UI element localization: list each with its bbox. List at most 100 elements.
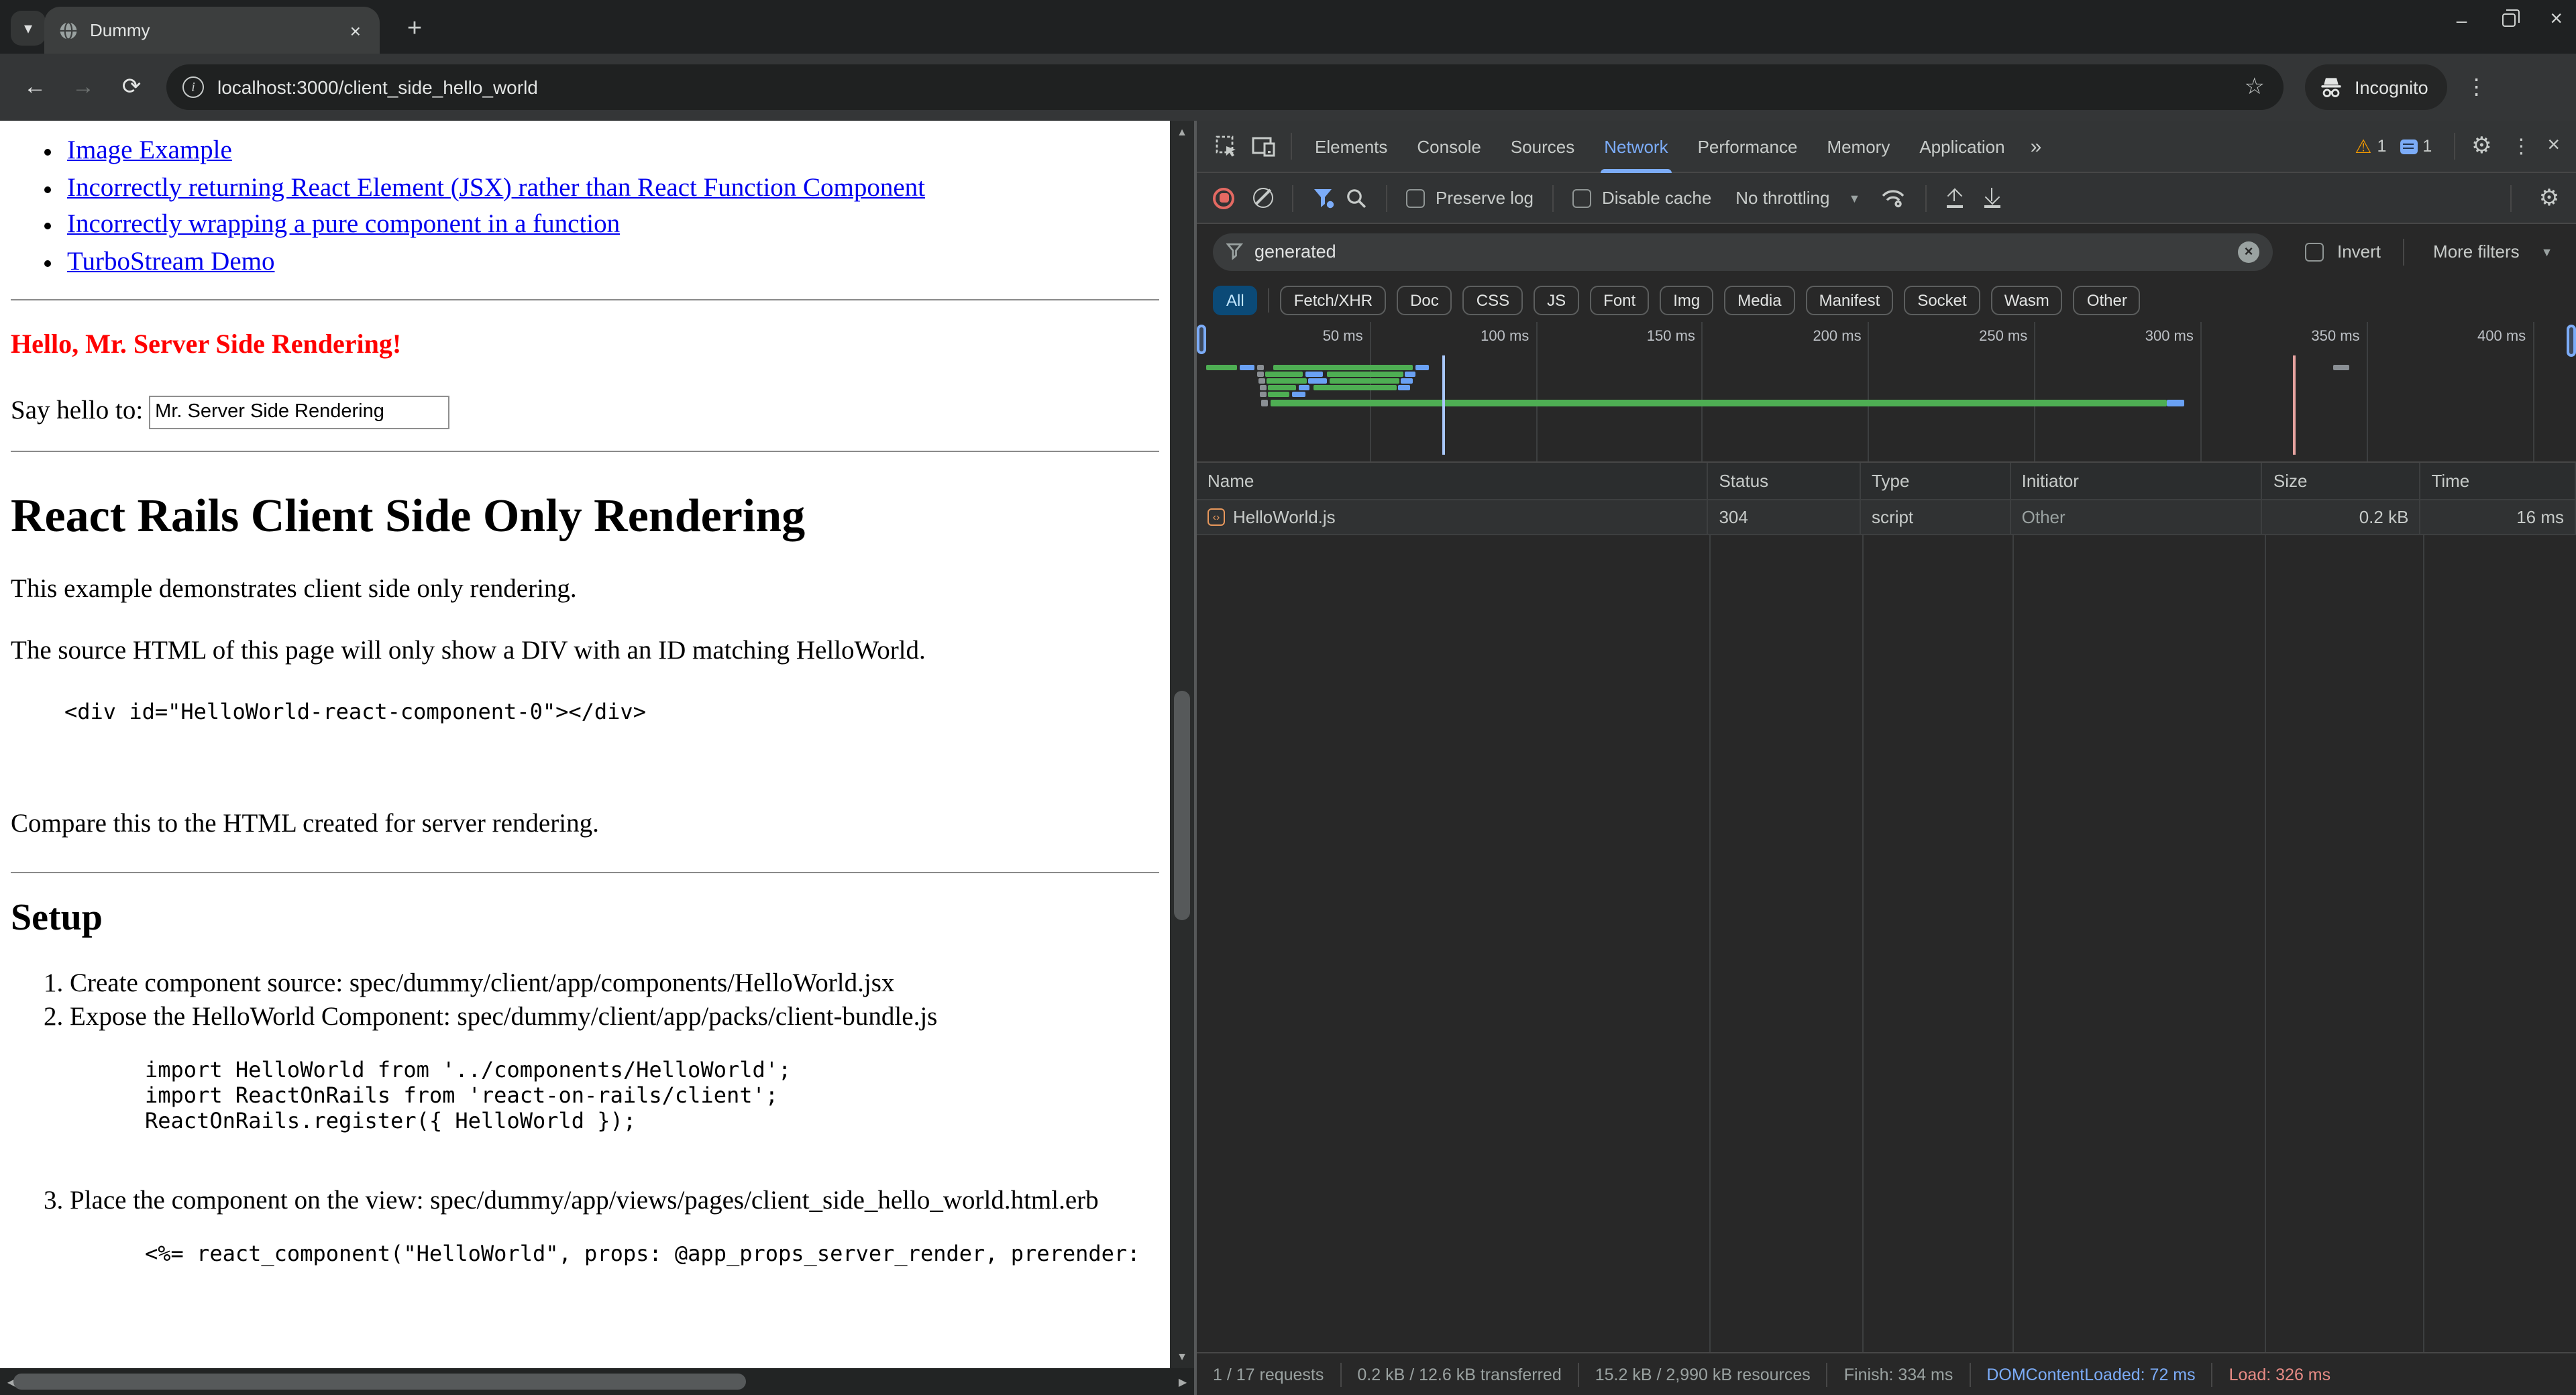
- back-button[interactable]: ←: [13, 66, 56, 109]
- filter-input[interactable]: generated ×: [1213, 233, 2273, 270]
- table-cell[interactable]: 304: [1708, 500, 1861, 534]
- table-row[interactable]: ‹›HelloWorld.js 304 scriptOther0.2 kB16 ms: [1197, 500, 2576, 535]
- browser-tab[interactable]: Dummy ×: [44, 7, 380, 54]
- requests-table-empty-area: [1197, 535, 2576, 1352]
- browser-menu-button[interactable]: ⋮: [2466, 74, 2487, 101]
- device-toolbar-button[interactable]: [1245, 127, 1283, 165]
- column-header-type[interactable]: Type: [1861, 463, 2011, 499]
- filter-chip-other[interactable]: Other: [2074, 286, 2141, 315]
- tab-close-icon[interactable]: ×: [345, 19, 366, 41]
- window-close-icon[interactable]: ×: [2550, 8, 2563, 32]
- status-item: Finish: 334 ms: [1828, 1362, 1971, 1386]
- divider: [1925, 184, 1926, 211]
- column-header-status[interactable]: Status: [1708, 463, 1861, 499]
- filter-chip-all[interactable]: All: [1213, 286, 1258, 315]
- clear-filter-icon[interactable]: ×: [2238, 241, 2259, 262]
- scroll-right-icon[interactable]: ▶: [1171, 1368, 1194, 1395]
- filter-chip-wasm[interactable]: Wasm: [1991, 286, 2063, 315]
- devtools-tab-network[interactable]: Network: [1589, 121, 1682, 173]
- record-network-log-button[interactable]: [1213, 187, 1234, 209]
- cell-value: 304: [1719, 507, 1748, 527]
- more-tabs-button[interactable]: »: [2020, 135, 2053, 158]
- table-cell[interactable]: script: [1861, 500, 2011, 534]
- devtools-tab-console[interactable]: Console: [1402, 121, 1495, 173]
- filter-chip-media[interactable]: Media: [1724, 286, 1794, 315]
- address-bar[interactable]: i localhost:3000/client_side_hello_world…: [166, 64, 2284, 110]
- filter-chip-fetchxhr[interactable]: Fetch/XHR: [1281, 286, 1386, 315]
- page-link[interactable]: Incorrectly wrapping a pure component in…: [67, 211, 620, 239]
- script-file-icon: ‹›: [1208, 508, 1225, 526]
- filter-chip-img[interactable]: Img: [1660, 286, 1713, 315]
- vertical-scrollbar[interactable]: ▲ ▼: [1170, 121, 1194, 1368]
- ovhandle-left[interactable]: [1197, 325, 1206, 354]
- filter-value[interactable]: generated: [1254, 241, 2227, 262]
- filter-chip-manifest[interactable]: Manifest: [1806, 286, 1894, 315]
- devtools-tab-sources[interactable]: Sources: [1496, 121, 1589, 173]
- site-info-icon[interactable]: i: [182, 76, 204, 98]
- throttling-select[interactable]: No throttling: [1735, 188, 1829, 208]
- more-filters-button[interactable]: More filters: [2433, 241, 2520, 262]
- filter-chip-font[interactable]: Font: [1590, 286, 1649, 315]
- restore-icon[interactable]: [2502, 13, 2515, 27]
- network-overview-timeline[interactable]: 50 ms100 ms150 ms200 ms250 ms300 ms350 m…: [1197, 322, 2576, 463]
- network-conditions-icon[interactable]: [1879, 186, 1906, 209]
- devtools-tab-memory[interactable]: Memory: [1812, 121, 1904, 173]
- import-har-button[interactable]: [1945, 188, 1964, 208]
- clear-network-log-button[interactable]: [1253, 188, 1273, 208]
- network-settings-button[interactable]: ⚙: [2530, 179, 2568, 217]
- scroll-up-icon[interactable]: ▲: [1170, 121, 1194, 144]
- devtools-tab-performance[interactable]: Performance: [1683, 121, 1813, 173]
- status-item: 0.2 kB / 12.6 kB transferred: [1341, 1362, 1578, 1386]
- scroll-down-icon[interactable]: ▼: [1170, 1345, 1194, 1368]
- bookmark-star-icon[interactable]: ☆: [2245, 74, 2265, 101]
- invert-checkbox[interactable]: [2305, 242, 2324, 261]
- disable-cache-checkbox[interactable]: [1572, 188, 1591, 207]
- horizontal-scroll-thumb[interactable]: [13, 1374, 746, 1390]
- new-tab-button[interactable]: +: [397, 12, 432, 47]
- reload-button[interactable]: ⟳: [110, 66, 153, 109]
- horizontal-scrollbar[interactable]: ◀ ▶: [0, 1368, 1194, 1395]
- divider: [1269, 288, 1270, 313]
- name-input[interactable]: [148, 395, 449, 429]
- filter-chip-doc[interactable]: Doc: [1397, 286, 1452, 315]
- page-link[interactable]: Image Example: [67, 137, 232, 165]
- page-link[interactable]: TurboStream Demo: [67, 247, 274, 276]
- filter-chip-css[interactable]: CSS: [1463, 286, 1523, 315]
- filter-chip-socket[interactable]: Socket: [1904, 286, 1980, 315]
- tab-search-button[interactable]: ▾: [11, 11, 46, 46]
- forward-button[interactable]: →: [62, 66, 105, 109]
- warnings-badge[interactable]: ⚠ 1: [2355, 135, 2386, 158]
- console-messages-badge[interactable]: 1: [2400, 137, 2432, 156]
- search-icon[interactable]: [1346, 187, 1367, 209]
- tick-label: 300 ms: [2145, 329, 2200, 345]
- inspect-element-button[interactable]: [1208, 127, 1245, 165]
- column-header-name[interactable]: Name: [1197, 463, 1708, 499]
- column-header-size[interactable]: Size: [2263, 463, 2421, 499]
- table-cell[interactable]: Other: [2011, 500, 2263, 534]
- url-text[interactable]: localhost:3000/client_side_hello_world: [217, 76, 2245, 98]
- setup-step: Place the component on the view: spec/du…: [70, 1186, 1159, 1266]
- waterfall-bar-blue: [1401, 378, 1413, 384]
- devtools-menu-button[interactable]: ⋮: [2500, 134, 2542, 158]
- waterfall-bar-green: [1270, 400, 2167, 406]
- table-cell[interactable]: 0.2 kB: [2263, 500, 2421, 534]
- vertical-scroll-thumb[interactable]: [1174, 691, 1190, 920]
- minimize-icon[interactable]: –: [2457, 9, 2467, 31]
- filter-chip-js[interactable]: JS: [1534, 286, 1579, 315]
- export-har-button[interactable]: [1982, 188, 2001, 208]
- column-header-initiator[interactable]: Initiator: [2011, 463, 2263, 499]
- incognito-badge: Incognito: [2305, 64, 2447, 110]
- preserve-log-checkbox[interactable]: [1406, 188, 1425, 207]
- devtools-settings-button[interactable]: ⚙: [2463, 127, 2500, 165]
- filter-funnel-icon[interactable]: [1312, 187, 1335, 209]
- waterfall-bar-gray: [1260, 385, 1267, 390]
- table-cell[interactable]: 16 ms: [2420, 500, 2576, 534]
- devtools-close-button[interactable]: ×: [2542, 134, 2576, 158]
- ovhandle-right[interactable]: [2567, 325, 2576, 357]
- devtools-tab-application[interactable]: Application: [1904, 121, 2019, 173]
- paragraph: Compare this to the HTML created for ser…: [11, 810, 1159, 839]
- page-link[interactable]: Incorrectly returning React Element (JSX…: [67, 174, 925, 202]
- column-header-time[interactable]: Time: [2420, 463, 2576, 499]
- table-cell[interactable]: ‹›HelloWorld.js: [1197, 500, 1708, 534]
- devtools-tab-elements[interactable]: Elements: [1300, 121, 1402, 173]
